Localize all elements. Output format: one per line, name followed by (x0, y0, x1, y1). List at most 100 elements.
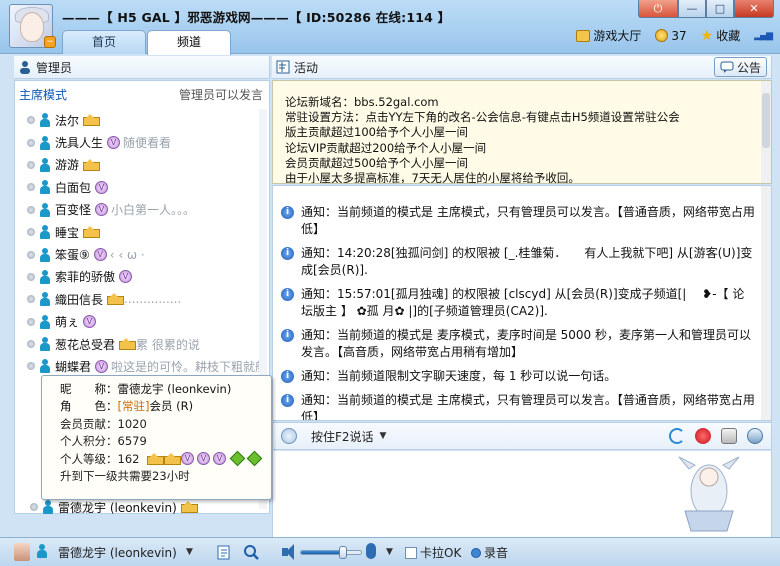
member-person-icon (39, 292, 51, 307)
status-dot (27, 250, 35, 259)
crown-icon (180, 501, 198, 513)
member-name: 葱花总受君 (55, 337, 116, 352)
push-to-talk-label: 按住F2说话 (311, 429, 374, 444)
bulletin-scroll-thumb[interactable] (762, 93, 770, 148)
status-dot (27, 116, 35, 125)
nickname-value: 雷德龙宇 (leonkevin) (117, 381, 232, 396)
member-signature: 累 很累的说 (136, 337, 200, 352)
info-icon: i (281, 288, 294, 301)
status-dot (27, 228, 35, 237)
status-dot (27, 138, 35, 147)
record-label: 录音 (484, 546, 509, 560)
bottom-bar: 雷德龙宇 (leonkevin) ▼ ▼ 卡拉OK 录音 (0, 537, 780, 566)
maximize-button[interactable]: □ (706, 0, 734, 18)
coins-count: 37 (671, 28, 687, 43)
level-v-icon: V (197, 452, 210, 466)
vip-icon: V (95, 180, 109, 194)
speaker-icon[interactable] (282, 544, 296, 560)
emoticon-icon[interactable] (281, 428, 297, 444)
activity-icon (276, 60, 290, 74)
status-badge[interactable]: − (44, 36, 56, 48)
lobby-icon (576, 29, 591, 42)
member-row[interactable]: 游游 (15, 154, 267, 176)
level-gem-icon (246, 450, 263, 467)
system-message: i 通知：当前频道限制文字聊天速度，每 1 秒可以说一句话。 (279, 368, 755, 385)
push-to-talk-dropdown[interactable]: 按住F2说话 ▼ (311, 428, 386, 445)
member-person-icon (39, 314, 51, 329)
search-icon[interactable] (242, 543, 260, 561)
member-row[interactable]: 葱花总受君 累 很累的说 (15, 333, 267, 355)
vip-icon: V (107, 136, 121, 150)
record-button[interactable]: 录音 (471, 544, 508, 561)
chat-log: i 通知：当前频道的模式是 主席模式，只有管理员可以发言。【普通音质，网络带宽占用… (272, 185, 772, 421)
admin-person-icon (20, 61, 30, 74)
member-name: 蝴蝶君 (55, 359, 92, 374)
bag-icon[interactable] (721, 428, 737, 444)
member-name: 法尔 (55, 113, 80, 128)
status-dot (30, 503, 38, 511)
tab-home[interactable]: 首页 (62, 30, 146, 54)
favorite-label: 收藏 (716, 29, 741, 43)
bulletin-line: 论坛VIP贡献超过200给予个人小屋一间 (285, 140, 487, 155)
game-lobby-button[interactable]: 游戏大厅 (576, 27, 641, 44)
mic-chevron-down-icon[interactable]: ▼ (386, 547, 393, 557)
info-icon: i (281, 394, 294, 407)
microphone-icon[interactable] (366, 543, 376, 559)
favorite-button[interactable]: ★ 收藏 (701, 27, 741, 44)
volume-slider[interactable] (300, 546, 362, 559)
bulletin-scrollbar[interactable] (761, 81, 771, 183)
member-row[interactable]: 笨蛋⑨ V ‹ ‹ ω · (15, 243, 267, 265)
member-row[interactable]: 索菲的骄傲 V (15, 266, 267, 288)
karaoke-checkbox[interactable]: 卡拉OK (405, 544, 461, 561)
level-crown-icon (164, 452, 181, 465)
member-row[interactable]: 百变怪 V 小白第一人。。。 (15, 199, 267, 221)
tooltip-contribution: 会员贡献：1020 (60, 416, 147, 431)
admin-header-title: 管理员 (36, 60, 73, 75)
power-button[interactable]: ⏻ (638, 0, 678, 18)
flower-icon[interactable] (695, 428, 711, 444)
user-menu-chevron-icon[interactable]: ▼ (186, 547, 193, 557)
volume-knob[interactable] (339, 546, 347, 559)
system-message: i 通知：14:20:28[独孤问剑] 的权限被 [_.桂雏菊． 有人上我就下吧]… (279, 245, 755, 279)
tab-channel[interactable]: 频道 (147, 30, 231, 55)
coins-display[interactable]: 37 (655, 28, 687, 43)
member-row[interactable]: 萌ぇ V (15, 311, 267, 333)
system-message: i 通知：当前频道的模式是 主席模式，只有管理员可以发言。【普通音质，网络带宽占用… (279, 204, 755, 238)
window-controls: ⏻ — □ ✕ (638, 0, 774, 18)
status-dot (27, 160, 35, 169)
member-row[interactable]: 白面包 V (15, 176, 267, 198)
refresh-icon[interactable] (669, 428, 685, 444)
level-label: 个人等级：162 (60, 451, 140, 466)
member-row[interactable]: 洗具人生 V 随便看看 (15, 131, 267, 153)
user-avatar-small[interactable] (14, 543, 30, 561)
member-person-icon (39, 113, 51, 128)
game-lobby-label: 游戏大厅 (593, 29, 642, 43)
close-button[interactable]: ✕ (734, 0, 774, 18)
message-input[interactable] (272, 451, 772, 537)
vip-icon: V (119, 270, 133, 284)
bottom-user-name[interactable]: 雷德龙宇 (leonkevin) (58, 544, 177, 561)
member-person-icon (39, 225, 51, 240)
status-dot (27, 183, 35, 192)
bulletin-line: 常驻设置方法：点击YY左下角的改名-公会信息-有键点击H5频道设置常驻公会 (285, 110, 680, 125)
crown-icon (83, 158, 101, 171)
member-person-icon (39, 157, 51, 172)
status-dot (27, 362, 35, 371)
chat-scrollbar[interactable] (761, 186, 771, 420)
self-member-row[interactable]: 雷德龙宇 (leonkevin) (30, 497, 198, 517)
member-row[interactable]: 織田信長............... (15, 288, 267, 310)
role-label: 角 色： (60, 399, 118, 414)
member-row[interactable]: 睡宝 (15, 221, 267, 243)
system-message-text: 通知：当前频道的模式是 麦序模式，麦序时间是 5000 秒，麦序第一人和管理员可… (301, 328, 751, 359)
tooltip-points: 个人积分：6579 (60, 434, 147, 449)
bulletin-text: 论坛新域名：bbs.52gal.com 常驻设置方法：点击YY左下角的改名-公会信… (285, 95, 755, 183)
message-icon[interactable] (747, 428, 763, 444)
edit-icon[interactable] (216, 543, 234, 561)
system-message: i 通知：15:57:01[孤月独魂] 的权限被 [clscyd] 从[会员(R)… (279, 286, 755, 320)
member-row[interactable]: 法尔 (15, 109, 267, 131)
channel-mode[interactable]: 主席模式 (19, 86, 67, 103)
minimize-button[interactable]: — (678, 0, 706, 18)
vip-icon: V (95, 203, 109, 217)
announcement-button[interactable]: 公告 (713, 57, 767, 77)
karaoke-checkbox-box[interactable] (405, 546, 417, 559)
